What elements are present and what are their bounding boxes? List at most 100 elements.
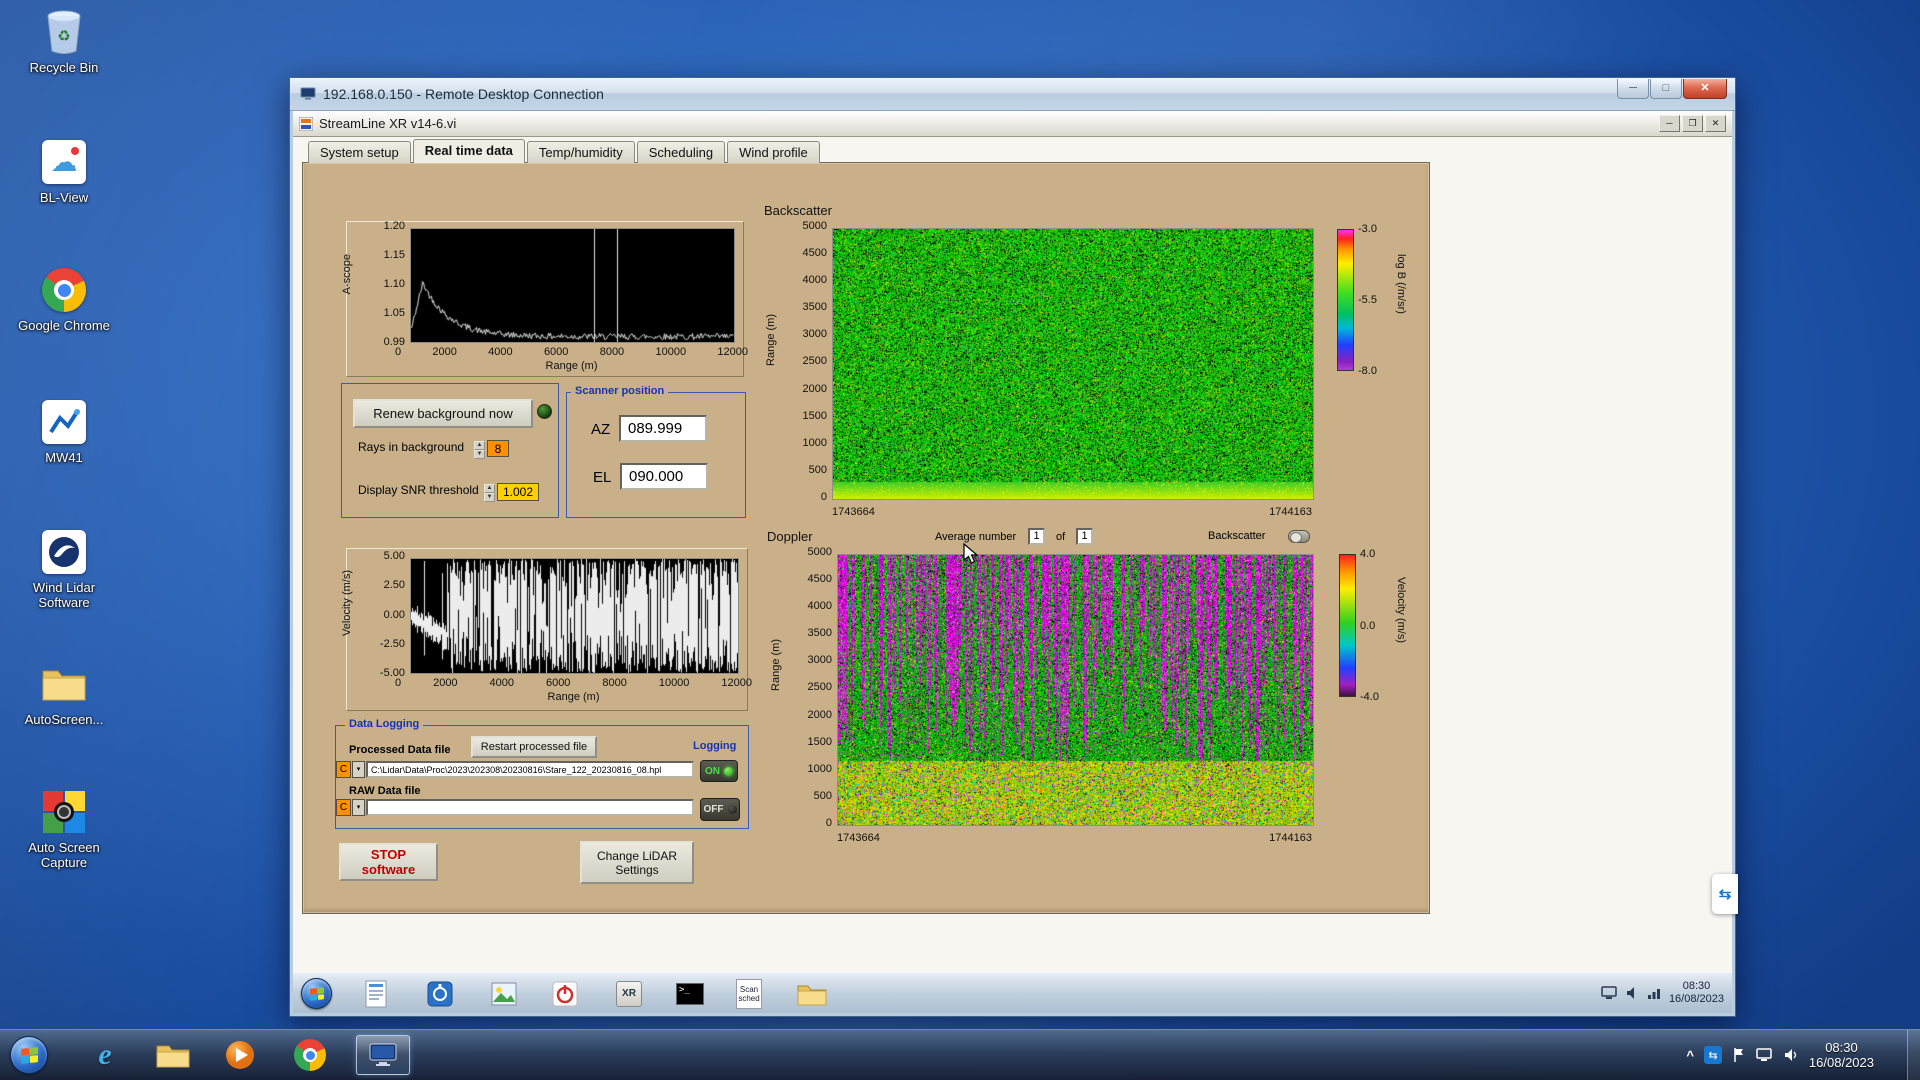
backscatter-y-axis-label: Range (m) [765,314,777,366]
tray-app-icon[interactable]: ⇆ [1704,1046,1722,1064]
labview-app-icon [299,117,313,131]
rdp-close-button[interactable]: ✕ [1683,79,1727,99]
el-value-field[interactable]: 090.000 [620,463,708,490]
taskbar-clock[interactable]: 08:30 16/08/2023 [1809,1040,1874,1070]
remote-start-button[interactable] [301,978,332,1009]
velocity-x-ticks: 020004000600080001000012000 [395,677,752,689]
remote-tray-display-icon[interactable] [1601,986,1617,1000]
processed-drive-box[interactable]: C [336,761,351,778]
desktop-icon-autoscreen-folder[interactable]: AutoScreen... [8,660,120,727]
a-scope-x-ticks: 020004000600080001000012000 [395,346,748,358]
background-status-led [537,404,552,419]
rdp-titlebar[interactable]: 192.168.0.150 - Remote Desktop Connectio… [290,78,1735,111]
a-scope-y-axis-label: A-scope [341,254,353,294]
backscatter-colorbar-label: log B (/m/sr) [1395,254,1407,314]
desktop-icon-wind-lidar[interactable]: Wind Lidar Software [8,528,120,610]
data-logging-title: Data Logging [345,718,423,730]
renew-background-button[interactable]: Renew background now [353,399,533,428]
az-value-field[interactable]: 089.999 [619,415,707,442]
desktop-icon-label: MW41 [45,450,83,465]
taskbar-ie-icon[interactable]: e [84,1035,126,1075]
raw-drive-box[interactable]: C [336,799,351,816]
doppler-title: Doppler [767,529,813,544]
doppler-colorbar-ticks: 4.00.0-4.0 [1360,548,1379,703]
raw-path-field[interactable] [366,799,694,816]
processed-browse-button[interactable]: ▾ [352,761,365,778]
desktop-icon-bl-view[interactable]: ☁ BL-View [8,138,120,205]
remote-taskbar-xr-icon[interactable]: XR [612,977,646,1010]
snr-value[interactable]: 1.002 [497,483,539,501]
backscatter-y-ticks: 5000450040003500300025002000150010005000 [783,221,827,503]
show-desktop-button[interactable] [1907,1030,1920,1080]
tray-flag-icon[interactable] [1732,1047,1746,1063]
restart-processed-file-button[interactable]: Restart processed file [471,736,597,758]
velocity-plot [410,558,739,674]
tab-wind-profile[interactable]: Wind profile [727,141,820,163]
labview-restore-button[interactable]: ❐ [1682,115,1703,132]
auto-screen-capture-icon [38,788,90,836]
remote-taskbar-image-viewer-icon[interactable] [487,977,521,1010]
desktop-icon-google-chrome[interactable]: Google Chrome [8,266,120,333]
tray-expand-arrow[interactable]: ^ [1686,1048,1694,1063]
tab-temp-humidity[interactable]: Temp/humidity [527,141,635,163]
a-scope-y-ticks: 1.201.151.101.050.99 [361,221,405,348]
real-time-data-page: A-scope 1.201.151.101.050.99 02000400060… [302,162,1430,914]
remote-tray-volume-icon[interactable] [1625,986,1639,1000]
stop-software-button[interactable]: STOP software [339,843,438,881]
doppler-colorbar [1339,554,1356,697]
desktop-icon-label: BL-View [40,190,88,205]
tab-system-setup[interactable]: System setup [308,141,411,163]
desktop-icon-mw41[interactable]: MW41 [8,398,120,465]
bl-view-icon: ☁ [38,138,90,186]
remote-taskbar-folder-icon[interactable] [795,977,829,1010]
remote-control-side-tab[interactable]: ⇆ [1712,874,1738,914]
remote-taskbar-scan-scheduler-icon[interactable]: Scansched [732,977,766,1010]
processed-path-field[interactable]: C:\Lidar\Data\Proc\2023\202308\20230816\… [366,761,694,778]
a-scope-x-axis-label: Range (m) [410,360,733,372]
tray-network-icon[interactable] [1756,1048,1774,1062]
raw-logging-off-button[interactable]: OFF [700,798,740,821]
tray-volume-icon[interactable] [1784,1048,1799,1062]
labview-titlebar[interactable]: StreamLine XR v14-6.vi ─ ❐ ✕ [293,111,1732,137]
desktop-icon-recycle-bin[interactable]: ♻ Recycle Bin [8,8,120,75]
doppler-x-ticks: 17436641744163 [837,832,1312,844]
mw41-icon [38,398,90,446]
rays-value[interactable]: 8 [487,440,509,457]
taskbar-media-player-icon[interactable] [219,1035,261,1075]
processed-logging-on-button[interactable]: ON [700,760,738,782]
labview-close-button[interactable]: ✕ [1705,115,1726,132]
rdp-maximize-button[interactable]: □ [1650,79,1682,99]
desktop-icon-auto-screen-capture[interactable]: Auto Screen Capture [8,788,120,870]
start-button[interactable] [10,1036,48,1074]
rdp-window: 192.168.0.150 - Remote Desktop Connectio… [289,77,1736,1017]
change-lidar-settings-button[interactable]: Change LiDAR Settings [580,841,694,884]
doppler-heatmap [837,554,1314,826]
system-tray: ^ ⇆ 08:30 16/08/2023 [1686,1030,1904,1080]
backscatter-toggle-label: Backscatter [1208,530,1265,542]
remote-taskbar-capture-icon[interactable] [423,977,457,1010]
remote-taskbar-power-icon[interactable] [548,977,582,1010]
remote-taskbar-console-icon[interactable]: >_ [673,977,707,1010]
labview-minimize-button[interactable]: ─ [1659,115,1680,132]
taskbar-chrome-icon[interactable] [289,1035,331,1075]
remote-system-tray: 08:30 16/08/2023 [1601,973,1724,1013]
remote-clock[interactable]: 08:30 16/08/2023 [1669,980,1724,1006]
desktop-icon-label: AutoScreen... [25,712,104,727]
tab-real-time-data[interactable]: Real time data [413,139,525,163]
snr-spinner[interactable]: ▲▼ [484,484,495,502]
rdp-computer-icon [300,87,316,101]
remote-tray-network-icon[interactable] [1647,986,1661,1000]
tab-scheduling[interactable]: Scheduling [637,141,725,163]
average-total-input[interactable]: 1 [1076,528,1093,545]
average-number-input[interactable]: 1 [1028,528,1045,545]
remote-taskbar-wordpad-icon[interactable] [359,977,393,1010]
taskbar-rdp-button[interactable] [356,1035,410,1075]
backscatter-toggle[interactable] [1288,530,1310,543]
raw-browse-button[interactable]: ▾ [352,799,365,816]
rays-spinner[interactable]: ▲▼ [474,441,485,458]
doppler-y-ticks: 5000450040003500300025002000150010005000 [788,547,832,829]
rdp-minimize-button[interactable]: ─ [1617,79,1649,99]
taskbar-explorer-icon[interactable] [152,1035,194,1075]
az-label: AZ [591,421,610,438]
desktop-icon-label: Recycle Bin [30,60,99,75]
